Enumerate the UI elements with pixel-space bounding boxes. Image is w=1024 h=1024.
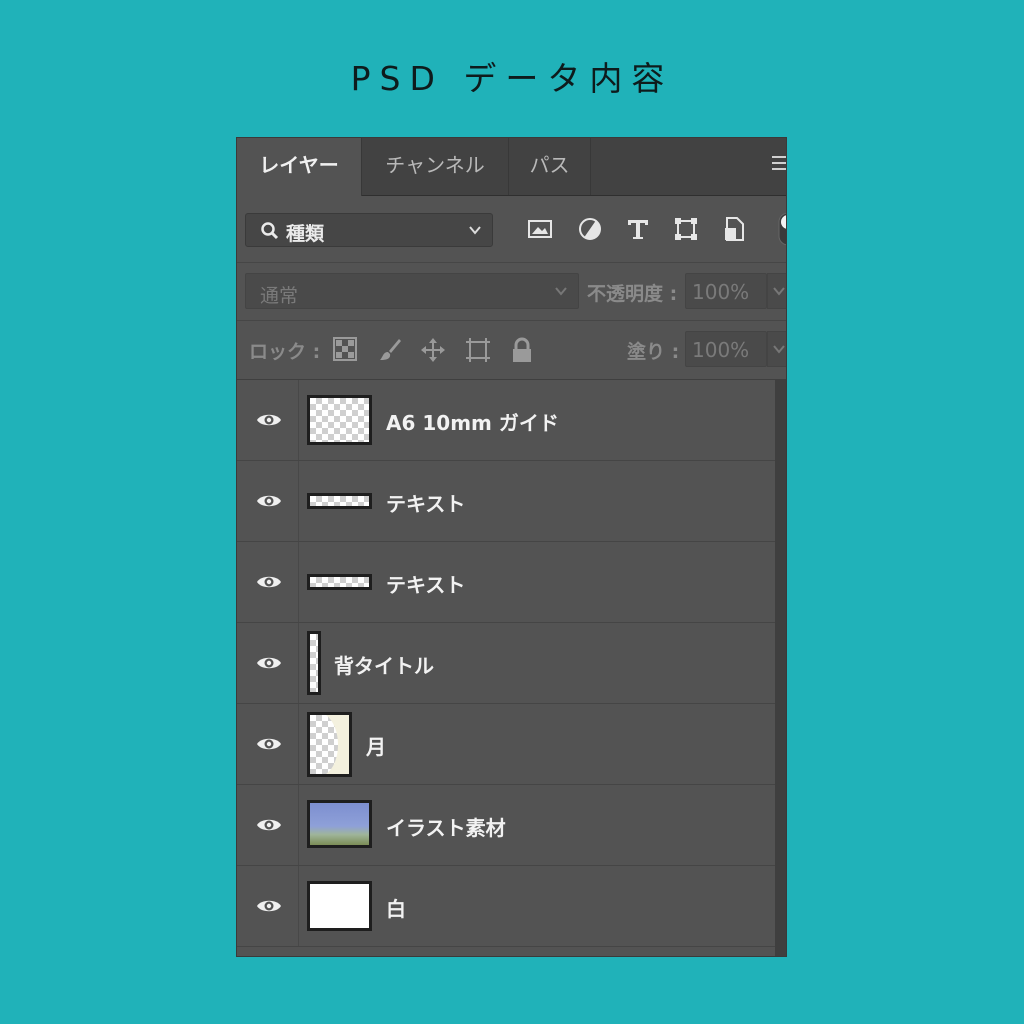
- chevron-down-icon: [468, 222, 482, 241]
- eye-icon: [256, 654, 282, 676]
- eye-icon: [256, 573, 282, 595]
- eye-icon: [256, 492, 282, 514]
- layer-row[interactable]: 月: [237, 704, 775, 785]
- tab-channels[interactable]: チャンネル: [362, 138, 509, 195]
- page-title: PSD データ内容: [350, 59, 674, 98]
- smart-object-filter-icon[interactable]: [721, 216, 747, 242]
- layer-name[interactable]: 白: [386, 893, 406, 922]
- layer-name[interactable]: A6 10mm ガイド: [386, 407, 559, 436]
- layer-name[interactable]: テキスト: [386, 488, 465, 517]
- search-icon: [260, 221, 280, 245]
- visibility-toggle[interactable]: [237, 866, 299, 946]
- layer-thumbnail: [307, 881, 372, 931]
- layer-row[interactable]: テキスト: [237, 542, 775, 623]
- layer-name[interactable]: 背タイトル: [334, 650, 434, 679]
- opacity-input[interactable]: 100%: [685, 273, 767, 309]
- blend-mode-label: 通常: [260, 285, 299, 307]
- lock-label: ロック :: [249, 341, 321, 363]
- layer-row[interactable]: A6 10mm ガイド: [237, 380, 775, 461]
- layer-list-scrollbar[interactable]: [775, 380, 786, 956]
- layer-list: A6 10mm ガイド テキスト テキスト 背タイトル 月 イラスト素材 白: [237, 380, 775, 947]
- blend-row: 通常 不透明度 : 100%: [237, 263, 786, 321]
- lock-transparent-icon[interactable]: [333, 337, 359, 363]
- fill-value: 100%: [692, 338, 750, 362]
- opacity-dropdown[interactable]: [767, 273, 786, 309]
- layer-row[interactable]: 白: [237, 866, 775, 947]
- visibility-toggle[interactable]: [237, 380, 299, 460]
- fill-label: 塗り :: [627, 341, 680, 363]
- layer-name[interactable]: イラスト素材: [386, 812, 506, 841]
- visibility-toggle[interactable]: [237, 623, 299, 703]
- image-filter-icon[interactable]: [527, 216, 553, 242]
- layer-thumbnail: [307, 493, 372, 509]
- panel-tab-bar: レイヤー チャンネル パス: [237, 138, 786, 196]
- eye-icon: [256, 735, 282, 757]
- shape-filter-icon[interactable]: [673, 216, 699, 242]
- filter-row: 種類: [237, 196, 786, 263]
- fill-dropdown[interactable]: [767, 331, 786, 367]
- visibility-toggle[interactable]: [237, 704, 299, 784]
- layer-name[interactable]: テキスト: [386, 569, 465, 598]
- filter-toggle-icon[interactable]: [775, 212, 786, 246]
- filter-kind-label: 種類: [286, 223, 325, 245]
- lock-artboard-icon[interactable]: [465, 337, 491, 363]
- layer-thumbnail: [307, 631, 321, 695]
- lock-row: ロック : 塗り : 100%: [237, 321, 786, 380]
- visibility-toggle[interactable]: [237, 461, 299, 541]
- eye-icon: [256, 411, 282, 433]
- layer-thumbnail: [307, 712, 352, 777]
- opacity-value: 100%: [692, 280, 750, 304]
- layer-row[interactable]: テキスト: [237, 461, 775, 542]
- tab-layers[interactable]: レイヤー: [237, 138, 362, 196]
- opacity-label: 不透明度 :: [587, 283, 678, 305]
- hamburger-menu-icon[interactable]: [772, 152, 786, 174]
- layer-name[interactable]: 月: [366, 731, 386, 760]
- visibility-toggle[interactable]: [237, 785, 299, 865]
- eye-icon: [256, 816, 282, 838]
- layer-row[interactable]: 背タイトル: [237, 623, 775, 704]
- chevron-down-icon: [554, 283, 568, 302]
- blend-mode-select[interactable]: 通常: [245, 273, 579, 309]
- layer-thumbnail: [307, 800, 372, 848]
- filter-kind-select[interactable]: 種類: [245, 213, 493, 247]
- layer-row[interactable]: イラスト素材: [237, 785, 775, 866]
- lock-position-icon[interactable]: [420, 337, 446, 363]
- adjustment-filter-icon[interactable]: [577, 216, 603, 242]
- eye-icon: [256, 897, 282, 919]
- type-filter-icon[interactable]: [625, 216, 651, 242]
- visibility-toggle[interactable]: [237, 542, 299, 622]
- lock-image-icon[interactable]: [377, 337, 403, 363]
- layers-panel: レイヤー チャンネル パス 種類 通常 不透明度: 100% ロック: 塗り…: [237, 138, 786, 956]
- fill-input[interactable]: 100%: [685, 331, 767, 367]
- tab-paths[interactable]: パス: [509, 138, 591, 195]
- layer-thumbnail: [307, 574, 372, 590]
- lock-all-icon[interactable]: [510, 337, 536, 363]
- layer-thumbnail: [307, 395, 372, 445]
